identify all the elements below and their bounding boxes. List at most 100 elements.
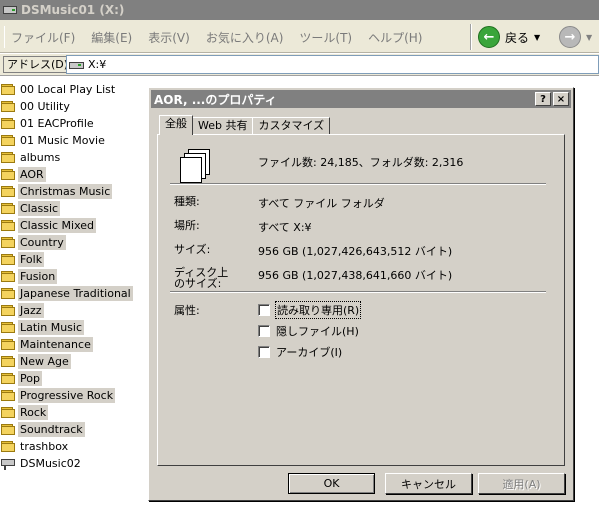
hidden-checkbox[interactable] — [258, 325, 270, 337]
multiple-files-icon — [178, 149, 212, 185]
general-panel: ファイル数: 24,185、フォルダ数: 2,316 種類: すべて ファイル … — [157, 134, 565, 466]
menu-view[interactable]: 表示(V) — [148, 29, 190, 46]
tree-item-label: AOR — [18, 167, 46, 182]
address-value: X:¥ — [88, 58, 107, 71]
ok-button[interactable]: OK — [288, 473, 375, 494]
location-label: 場所: — [174, 219, 200, 232]
tree-item-label: Country — [18, 235, 66, 250]
folder-icon — [0, 253, 16, 266]
tab-customize[interactable]: カスタマイズ — [252, 117, 331, 135]
tree-item[interactable]: Jazz — [0, 302, 44, 319]
tree-item[interactable]: New Age — [0, 353, 71, 370]
help-button[interactable]: ? — [535, 92, 551, 106]
tree-item[interactable]: Rock — [0, 404, 49, 421]
attributes-label: 属性: — [174, 304, 200, 317]
tree-item[interactable]: DSMusic02 — [0, 455, 83, 472]
menu-help[interactable]: ヘルプ(H) — [368, 29, 422, 46]
menu-file[interactable]: ファイル(F) — [11, 29, 75, 46]
menu-favorites[interactable]: お気に入り(A) — [206, 29, 284, 46]
tree-item[interactable]: 01 EACProfile — [0, 115, 96, 132]
tree-item[interactable]: 00 Local Play List — [0, 81, 117, 98]
readonly-label[interactable]: 読み取り専用(R) — [274, 301, 362, 319]
type-label: 種類: — [174, 195, 200, 208]
apply-button[interactable]: 適用(A) — [478, 473, 565, 494]
back-button[interactable]: ← 戻る ▼ — [478, 25, 540, 49]
tree-item[interactable]: 00 Utility — [0, 98, 72, 115]
size-value: 956 GB (1,027,426,643,512 バイト) — [258, 245, 453, 258]
tree-item[interactable]: Soundtrack — [0, 421, 85, 438]
tree-item[interactable]: Classic Mixed — [0, 217, 97, 234]
hidden-label[interactable]: 隠しファイル(H) — [276, 323, 359, 339]
network-drive-icon — [0, 457, 16, 470]
location-value: すべて X:¥ — [258, 221, 312, 234]
chevron-down-icon[interactable]: ▼ — [534, 33, 540, 42]
tree-item[interactable]: 01 Music Movie — [0, 132, 107, 149]
menu-bar: ファイル(F) 編集(E) 表示(V) お気に入り(A) ツール(T) ヘルプ(… — [0, 20, 599, 53]
folder-icon — [0, 151, 16, 164]
archive-checkbox-row[interactable]: アーカイブ(I) — [258, 344, 342, 360]
folder-icon — [0, 270, 16, 283]
tab-general[interactable]: 全般 — [159, 115, 193, 135]
tree-item[interactable]: trashbox — [0, 438, 70, 455]
type-value: すべて ファイル フォルダ — [258, 197, 385, 210]
back-arrow-icon: ← — [478, 26, 500, 48]
tree-item[interactable]: Fusion — [0, 268, 58, 285]
chevron-down-icon[interactable]: ▼ — [586, 33, 592, 42]
file-summary: ファイル数: 24,185、フォルダ数: 2,316 — [258, 156, 464, 169]
tree-item[interactable]: Latin Music — [0, 319, 85, 336]
tree-item-label: Christmas Music — [18, 184, 113, 199]
folder-icon — [0, 355, 16, 368]
archive-label[interactable]: アーカイブ(I) — [276, 344, 342, 360]
tree-item-label: 00 Local Play List — [20, 83, 116, 96]
tree-item[interactable]: Progressive Rock — [0, 387, 116, 404]
tree-item[interactable]: Pop — [0, 370, 42, 387]
cancel-button[interactable]: キャンセル — [385, 473, 472, 494]
tree-item[interactable]: Folk — [0, 251, 45, 268]
tree-item[interactable]: albums — [0, 149, 62, 166]
disk-size-value: 956 GB (1,027,438,641,660 バイト) — [258, 269, 453, 282]
drive-icon — [3, 4, 17, 16]
tree-item-label: Latin Music — [18, 320, 85, 335]
tree-item-label: Classic — [18, 201, 61, 216]
disk-size-label-line2: のサイズ: — [174, 277, 222, 290]
folder-icon — [0, 202, 16, 215]
folder-icon — [0, 287, 16, 300]
dialog-tabs: 全般 Web 共有 カスタマイズ — [159, 115, 331, 135]
folder-icon — [0, 440, 16, 453]
tree-item[interactable]: Classic — [0, 200, 61, 217]
close-button[interactable]: × — [553, 92, 569, 106]
folder-icon — [0, 389, 16, 402]
window-title: DSMusic01 (X:) — [21, 3, 125, 17]
archive-checkbox[interactable] — [258, 346, 270, 358]
properties-dialog: AOR, ...のプロパティ ? × 全般 Web 共有 カスタマイズ ファイル… — [148, 87, 574, 501]
folder-icon — [0, 304, 16, 317]
hidden-checkbox-row[interactable]: 隠しファイル(H) — [258, 323, 359, 339]
tree-item-label: 01 EACProfile — [20, 117, 94, 130]
tree-item-label: Classic Mixed — [18, 218, 97, 233]
tree-item-label: Fusion — [18, 269, 58, 284]
dialog-title-bar: AOR, ...のプロパティ ? × — [151, 90, 571, 108]
forward-arrow-icon: → — [559, 26, 581, 48]
tree-item-label: albums — [20, 151, 61, 164]
dialog-title: AOR, ...のプロパティ — [154, 92, 277, 107]
menu-tools[interactable]: ツール(T) — [299, 29, 352, 46]
folder-icon — [0, 134, 16, 147]
folder-icon — [0, 185, 16, 198]
tree-item[interactable]: Country — [0, 234, 66, 251]
tree-item[interactable]: Maintenance — [0, 336, 93, 353]
tree-item-label: Rock — [18, 405, 49, 420]
tree-item[interactable]: Japanese Traditional — [0, 285, 133, 302]
tree-item[interactable]: Christmas Music — [0, 183, 113, 200]
readonly-checkbox[interactable] — [258, 304, 270, 316]
folder-icon — [0, 219, 16, 232]
forward-button[interactable]: → ▼ — [559, 25, 592, 49]
folder-icon — [0, 83, 16, 96]
folder-icon — [0, 372, 16, 385]
readonly-checkbox-row[interactable]: 読み取り専用(R) — [258, 301, 362, 319]
window-title-bar: DSMusic01 (X:) — [0, 0, 599, 20]
address-input[interactable]: X:¥ — [66, 55, 599, 74]
tab-web-sharing[interactable]: Web 共有 — [192, 117, 254, 135]
menu-edit[interactable]: 編集(E) — [91, 29, 132, 46]
tree-item[interactable]: AOR — [0, 166, 46, 183]
tree-item-label: 01 Music Movie — [20, 134, 105, 147]
